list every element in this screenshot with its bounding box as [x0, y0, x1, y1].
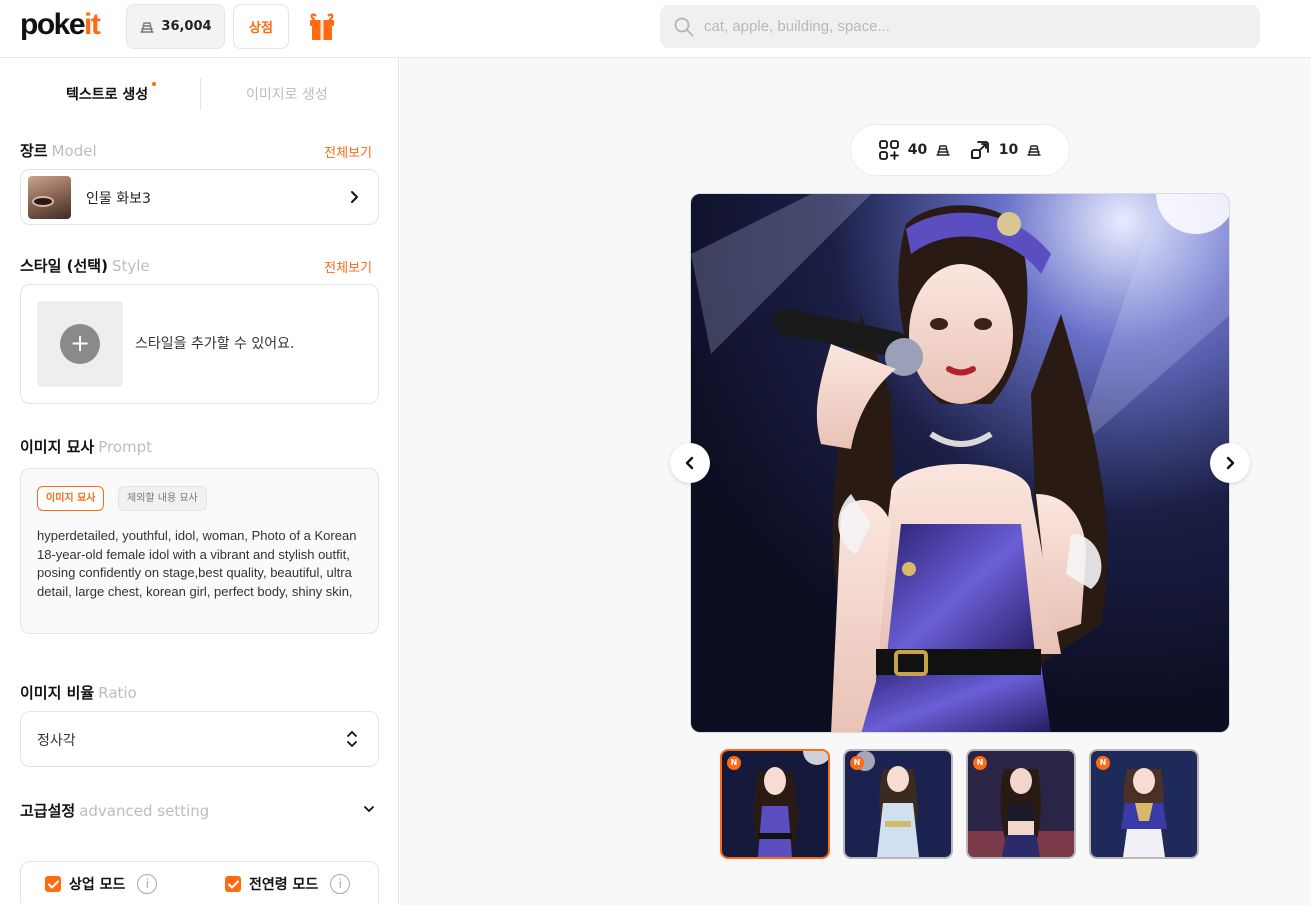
grid-add-icon — [878, 140, 899, 160]
style-hint: 스타일을 추가할 수 있어요. — [135, 336, 295, 352]
search-icon — [674, 17, 694, 36]
result-thumbnail-4[interactable]: N — [1089, 749, 1199, 859]
model-thumbnail — [28, 176, 71, 219]
new-badge: N — [727, 756, 741, 770]
all-ages-mode-checkbox[interactable] — [225, 876, 241, 892]
coin-stack-icon — [140, 21, 155, 33]
top-header: pokeit 36,004 상점 — [0, 0, 1311, 58]
upscale-icon — [970, 141, 989, 159]
style-selector: + 스타일을 추가할 수 있어요. — [20, 284, 379, 404]
generation-sidebar: 텍스트로 생성 이미지로 생성 장르 Model 전체보기 인물 화보3 스타일 … — [0, 58, 399, 905]
info-icon[interactable]: i — [137, 874, 158, 894]
prompt-section-title: 이미지 묘사 Prompt — [20, 438, 153, 456]
all-ages-mode-option: 전연령 모드 i — [225, 874, 351, 894]
new-badge: N — [1096, 756, 1110, 770]
ratio-section-title: 이미지 비율 Ratio — [20, 684, 137, 702]
generated-image[interactable] — [690, 193, 1230, 733]
advanced-settings-toggle[interactable]: 고급설정 advanced setting — [20, 800, 379, 822]
coin-stack-icon — [936, 145, 950, 156]
active-dot — [152, 82, 157, 86]
tab-divider — [200, 78, 201, 110]
generation-tabs: 텍스트로 생성 이미지로 생성 — [0, 58, 398, 128]
style-section-title: 스타일 (선택) Style — [20, 257, 150, 275]
prompt-chip-positive[interactable]: 이미지 묘사 — [37, 486, 105, 511]
tab-image-generation[interactable]: 이미지로 생성 — [246, 84, 328, 104]
prompt-chip-negative[interactable]: 제외할 내용 묘사 — [118, 486, 207, 511]
chevron-down-icon — [364, 806, 374, 812]
commercial-mode-label: 상업 모드 — [69, 877, 126, 893]
gift-icon[interactable] — [308, 12, 336, 42]
model-section-title: 장르 Model — [20, 142, 97, 160]
style-see-all-link[interactable]: 전체보기 — [324, 257, 372, 276]
chevron-left-icon — [685, 456, 694, 470]
tab-text-generation[interactable]: 텍스트로 생성 — [66, 82, 157, 104]
result-thumbnail-2[interactable]: N — [843, 749, 953, 859]
select-arrows-icon — [347, 731, 357, 747]
generated-image-canvas — [691, 194, 1229, 732]
search-input[interactable] — [704, 18, 1244, 35]
all-ages-mode-label: 전연령 모드 — [249, 877, 319, 893]
prompt-box[interactable]: 이미지 묘사 제외할 내용 묘사 hyperdetailed, youthful… — [20, 468, 379, 634]
mode-options: 상업 모드 i 전연령 모드 i — [20, 861, 379, 905]
coin-balance-value: 36,004 — [161, 19, 212, 34]
result-area: 40 10 N N N N — [400, 58, 1311, 905]
coin-balance[interactable]: 36,004 — [126, 4, 225, 49]
next-image-button[interactable] — [1210, 443, 1250, 483]
new-badge: N — [973, 756, 987, 770]
check-icon — [227, 880, 239, 888]
ratio-select[interactable]: 정사각 — [20, 711, 379, 767]
commercial-mode-option: 상업 모드 i — [45, 874, 158, 894]
commercial-mode-checkbox[interactable] — [45, 876, 61, 892]
result-thumbnail-3[interactable]: N — [966, 749, 1076, 859]
advanced-section-title: 고급설정 advanced setting — [20, 802, 210, 820]
generate-more-counter[interactable]: 40 — [878, 139, 951, 161]
cost-counters: 40 10 — [850, 124, 1070, 176]
check-icon — [47, 880, 59, 888]
shop-button[interactable]: 상점 — [233, 4, 289, 49]
plus-icon: + — [60, 324, 100, 364]
result-thumbnail-1[interactable]: N — [720, 749, 830, 859]
info-icon[interactable]: i — [330, 874, 351, 894]
model-name: 인물 화보3 — [86, 191, 151, 207]
coin-stack-icon — [1027, 145, 1041, 156]
generate-more-cost: 40 — [907, 142, 928, 158]
search-bar[interactable] — [660, 5, 1260, 48]
upscale-cost: 10 — [998, 142, 1019, 158]
ratio-value: 정사각 — [37, 733, 76, 749]
prompt-textarea[interactable]: hyperdetailed, youthful, idol, woman, Ph… — [37, 527, 357, 601]
chevron-right-icon — [1226, 456, 1235, 470]
new-badge: N — [850, 756, 864, 770]
add-style-button[interactable]: + — [37, 301, 123, 387]
model-selector[interactable]: 인물 화보3 — [20, 169, 379, 225]
upscale-counter[interactable]: 10 — [969, 139, 1042, 161]
previous-image-button[interactable] — [670, 443, 710, 483]
pokeit-logo[interactable]: pokeit — [20, 8, 101, 42]
model-see-all-link[interactable]: 전체보기 — [324, 142, 372, 161]
chevron-right-icon — [351, 191, 358, 203]
